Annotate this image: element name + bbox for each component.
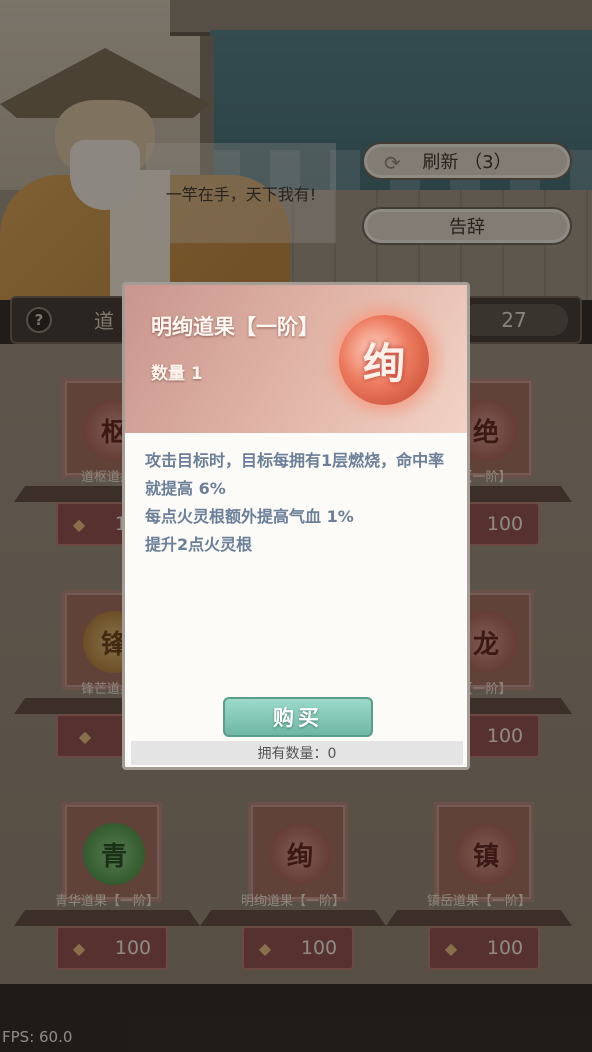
buy-button[interactable]: 购买	[223, 697, 373, 737]
modal-quantity: 数量 1	[151, 364, 203, 384]
owned-count: 拥有数量：0	[131, 741, 463, 765]
modal-header: 绚 明绚道果【一阶】 数量 1	[125, 285, 467, 433]
description-line: 提升2点火灵根	[145, 535, 253, 554]
item-description: 攻击目标时，目标每拥有1层燃烧，命中率就提高 6% 每点火灵根额外提高气血 1%…	[145, 447, 457, 559]
item-orb-icon: 绚	[339, 315, 429, 405]
item-detail-modal: 绚 明绚道果【一阶】 数量 1 攻击目标时，目标每拥有1层燃烧，命中率就提高 6…	[122, 282, 470, 770]
description-line: 攻击目标时，目标每拥有1层燃烧，命中率就提高 6%	[145, 451, 445, 498]
description-line: 每点火灵根额外提高气血 1%	[145, 507, 354, 526]
modal-title: 明绚道果【一阶】	[151, 315, 319, 339]
